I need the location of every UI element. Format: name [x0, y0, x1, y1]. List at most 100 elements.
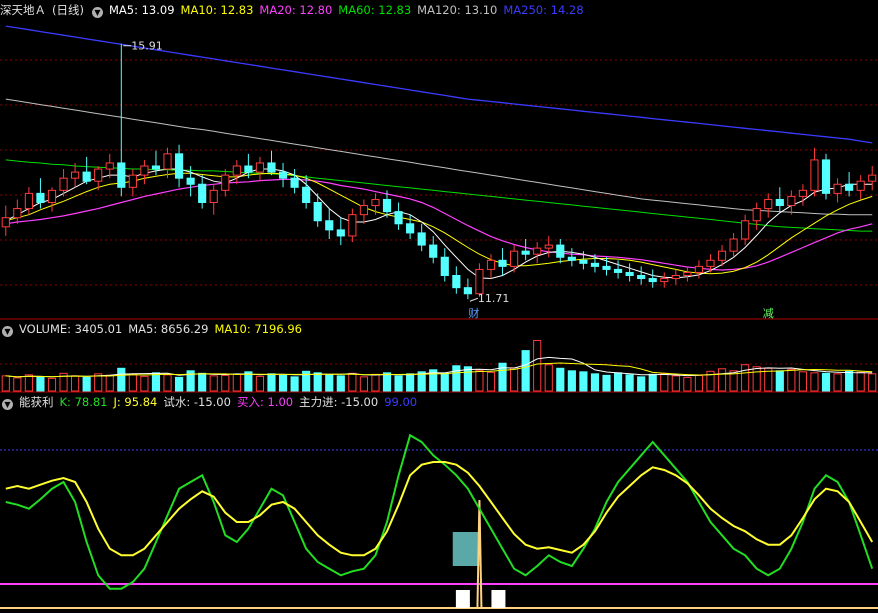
- volume-bar-0: [1, 375, 10, 392]
- volume-bar-38: [440, 372, 449, 392]
- volume-bar-46: [533, 340, 542, 392]
- candle-body-0: [1, 217, 10, 228]
- volume-bar-33: [382, 372, 392, 392]
- candle-body-28: [325, 220, 334, 231]
- volume-bar-55: [637, 376, 646, 392]
- volume-bar-34: [394, 375, 403, 392]
- volume-bar-68: [787, 368, 796, 392]
- candle-body-62: [717, 250, 727, 261]
- volume-bar-3: [36, 376, 45, 392]
- volume-bar-47: [544, 364, 553, 392]
- indicator-legend-item-2: J: 95.84: [113, 395, 158, 409]
- candle-body-67: [775, 198, 784, 207]
- volume-bar-69: [798, 371, 807, 392]
- volume-bar-59: [683, 376, 692, 392]
- candle-body-33: [382, 198, 392, 213]
- indicator-legend-item-0: 能获利: [19, 395, 54, 409]
- candle-body-12: [140, 165, 149, 176]
- candle-body-36: [417, 232, 426, 246]
- ma-legend-item-4: MA120: 13.10: [417, 3, 498, 17]
- volume-bar-50: [579, 371, 588, 392]
- volume-bar-7: [82, 376, 91, 392]
- volume-bar-60: [694, 374, 704, 392]
- candle-body-21: [244, 165, 253, 173]
- volume-bar-17: [198, 372, 207, 392]
- volume-bar-23: [267, 373, 276, 392]
- volume-bar-28: [325, 374, 334, 392]
- candle-body-23: [267, 162, 276, 173]
- candle-body-64: [741, 220, 750, 240]
- volume-bar-30: [348, 372, 357, 392]
- indicator-spike: [476, 499, 483, 609]
- candle-body-48: [556, 244, 565, 258]
- candle-body-70: [810, 159, 819, 191]
- volume-bar-64: [741, 364, 750, 392]
- volume-legend-item-0: VOLUME: 3405.01: [19, 322, 123, 336]
- indicator-settings-icon[interactable]: ▼: [2, 399, 13, 410]
- settings-circle-icon[interactable]: ▼: [91, 7, 103, 18]
- volume-bar-20: [232, 373, 241, 392]
- candle-body-34: [394, 211, 403, 225]
- candle-body-54: [625, 271, 634, 277]
- volume-bar-49: [567, 370, 576, 392]
- candle-body-4: [47, 189, 57, 203]
- candle-body-17: [198, 183, 207, 203]
- volume-bar-57: [660, 372, 669, 392]
- volume-bar-14: [163, 374, 172, 392]
- k-line: [5, 433, 874, 590]
- volume-bar-24: [278, 374, 288, 392]
- volume-bar-6: [71, 375, 80, 392]
- candle-body-65: [752, 208, 761, 222]
- j-line: [5, 461, 874, 557]
- ma-legend-item-0: MA5: 13.09: [108, 3, 175, 17]
- price-panel-header: 深天地Ａ (日线) ▼ MA5: 13.09 MA10: 12.83 MA20: 12.8…: [0, 1, 596, 19]
- volume-bar-65: [752, 366, 761, 392]
- candle-body-57: [660, 278, 669, 283]
- candle-body-50: [579, 259, 588, 264]
- candle-body-30: [348, 214, 357, 237]
- volume-bar-11: [128, 373, 137, 392]
- candle-body-6: [71, 171, 80, 179]
- stock-name: 深天地Ａ: [0, 3, 46, 17]
- candle-body-44: [510, 250, 519, 267]
- volume-bar-35: [406, 373, 415, 392]
- ma-legend-item-2: MA20: 12.80: [259, 3, 333, 17]
- candle-body-7: [82, 171, 91, 182]
- indicator-legend-item-3: 试水: -15.00: [163, 395, 231, 409]
- volume-bar-19: [221, 374, 230, 392]
- volume-bar-52: [602, 374, 611, 392]
- candle-body-20: [232, 165, 241, 176]
- stock-chart[interactable]: 15.91 11.71财 减: [0, 0, 878, 613]
- volume-bar-18: [209, 375, 218, 392]
- buy-signal-bar-1: [491, 590, 506, 608]
- indicator-legend: 能获利 K: 78.81 J: 95.84 试水: -15.00 买入: 1.00 主力进…: [19, 395, 423, 409]
- volume-bar-13: [151, 372, 161, 392]
- volume-bar-12: [140, 375, 149, 392]
- volume-bar-2: [24, 374, 33, 392]
- candle-body-5: [59, 177, 68, 191]
- candle-body-71: [821, 159, 831, 194]
- volume-settings-icon[interactable]: ▼: [2, 326, 13, 337]
- volume-bar-58: [671, 375, 680, 392]
- event-marker-0: 财: [468, 306, 479, 320]
- candle-body-38: [440, 256, 449, 276]
- candle-body-10: [117, 162, 126, 188]
- volume-legend: VOLUME: 3405.01 MA5: 8656.29 MA10: 7196.96: [19, 322, 308, 336]
- volume-bar-9: [105, 374, 114, 392]
- volume-bar-62: [717, 368, 727, 392]
- candle-body-72: [833, 183, 842, 194]
- candle-body-41: [475, 268, 484, 295]
- candle-body-52: [602, 265, 611, 270]
- ma120-line: [5, 98, 873, 216]
- high-price-label: 15.91: [131, 40, 163, 53]
- volume-bar-71: [821, 372, 831, 392]
- volume-bar-56: [648, 373, 657, 392]
- candle-body-27: [313, 202, 322, 222]
- candle-body-1: [13, 208, 22, 219]
- candle-body-3: [36, 192, 45, 203]
- candle-body-25: [290, 177, 299, 188]
- volume-bar-53: [613, 372, 623, 392]
- low-price-label: 11.71: [478, 292, 510, 305]
- candle-body-68: [787, 195, 796, 207]
- low-marker-line: [469, 297, 479, 302]
